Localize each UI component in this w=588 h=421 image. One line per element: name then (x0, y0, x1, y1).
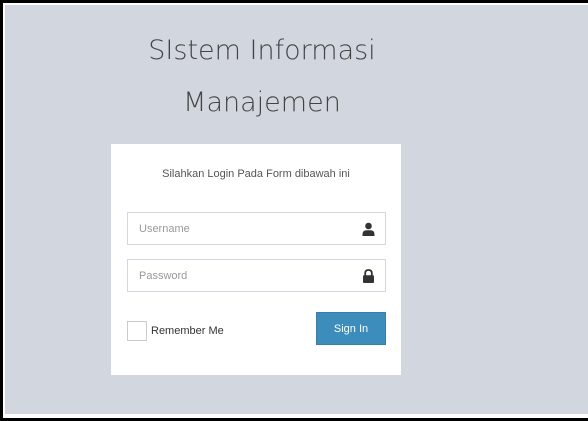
sign-in-button[interactable]: Sign In (316, 312, 386, 345)
lock-icon (363, 269, 374, 283)
login-page: SIstem Informasi Manajemen Silahkan Logi… (5, 5, 588, 414)
password-input[interactable] (128, 260, 385, 291)
username-input[interactable] (128, 213, 385, 244)
page-title: SIstem Informasi Manajemen (111, 25, 413, 129)
remember-me-label[interactable]: Remember Me (151, 325, 224, 337)
page-title-line-1: SIstem Informasi (148, 35, 376, 66)
password-field (127, 259, 386, 292)
remember-me[interactable]: Remember Me (127, 320, 224, 342)
username-field (127, 212, 386, 245)
login-box-message: Silahkan Login Pada Form dibawah ini (162, 168, 350, 180)
page-title-line-2: Manajemen (183, 87, 341, 118)
user-icon (362, 222, 375, 236)
login-box: Silahkan Login Pada Form dibawah ini Rem… (111, 144, 401, 375)
remember-me-checkbox[interactable] (127, 321, 147, 341)
